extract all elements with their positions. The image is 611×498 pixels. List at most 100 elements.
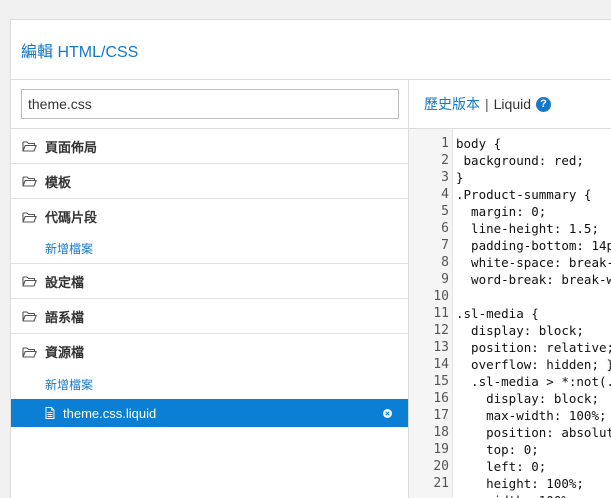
- panel-header: 編輯 HTML/CSS: [11, 20, 611, 80]
- line-number: 14: [433, 357, 449, 372]
- folder-snippets[interactable]: 代碼片段: [11, 199, 408, 234]
- code-line[interactable]: 8 white-space: break-spaces;: [409, 254, 611, 271]
- folder-label: 頁面佈局: [45, 139, 98, 155]
- line-number: 8: [441, 255, 449, 270]
- code-text: width: 100%;: [456, 492, 576, 498]
- folder-layout[interactable]: 頁面佈局: [11, 129, 408, 164]
- close-icon[interactable]: [383, 408, 392, 418]
- editor-panel: 編輯 HTML/CSS 頁面佈局 模板 代碼片段 新增檔案 設定檔 語系檔: [10, 19, 611, 498]
- editor-toolbar: 歷史版本 | Liquid ?: [409, 80, 611, 129]
- line-number: 2: [441, 153, 449, 168]
- code-line[interactable]: width: 100%;: [409, 492, 611, 498]
- code-text: overflow: hidden; }: [456, 357, 611, 372]
- line-number: 5: [441, 204, 449, 219]
- line-number: 3: [441, 170, 449, 185]
- code-line[interactable]: 6 line-height: 1.5;: [409, 220, 611, 237]
- line-number: 16: [433, 391, 449, 406]
- code-line[interactable]: 21 height: 100%;: [409, 475, 611, 492]
- line-number: 15: [433, 374, 449, 389]
- snippets-add-file: 新增檔案: [11, 234, 408, 264]
- code-text: word-break: break-word;: [471, 272, 611, 287]
- code-line[interactable]: 11 .sl-media {: [409, 305, 611, 322]
- code-text: .sl-media {: [456, 306, 539, 321]
- code-line[interactable]: 1 body {: [409, 135, 611, 152]
- folder-label: 語系檔: [45, 309, 85, 325]
- line-number: 6: [441, 221, 449, 236]
- add-file-link[interactable]: 新增檔案: [45, 376, 93, 393]
- line-number: 11: [433, 306, 449, 321]
- line-number: 1: [441, 136, 449, 151]
- search-wrapper: [11, 80, 408, 129]
- line-number: 20: [433, 459, 449, 474]
- folder-open-icon: [22, 176, 37, 187]
- code-text: }: [456, 170, 464, 185]
- folder-label: 模板: [45, 174, 72, 190]
- line-number: 17: [433, 408, 449, 423]
- line-number: 4: [441, 187, 449, 202]
- folder-open-icon: [22, 276, 37, 287]
- folder-label: 資源檔: [45, 345, 85, 360]
- help-icon[interactable]: ?: [536, 96, 552, 112]
- code-text: white-space: break-spaces;: [471, 255, 611, 270]
- folder-assets[interactable]: 資源檔: [11, 334, 408, 369]
- code-text: max-width: 100%;: [456, 408, 607, 423]
- folder-open-icon: [22, 311, 37, 322]
- code-line[interactable]: 14 overflow: hidden; }: [409, 356, 611, 373]
- file-label: theme.css.liquid: [63, 405, 157, 421]
- code-text: padding-bottom: 14px;: [471, 238, 611, 253]
- folder-open-icon: [22, 346, 37, 358]
- code-line[interactable]: 15 .sl-media > *:not(.b: [409, 373, 611, 390]
- code-text: line-height: 1.5;: [456, 221, 599, 236]
- history-link[interactable]: 歷史版本: [424, 94, 480, 114]
- code-line[interactable]: 7 padding-bottom: 14px;: [409, 237, 611, 254]
- code-text: margin: 0;: [456, 204, 547, 219]
- code-text: background: red;: [456, 153, 584, 168]
- folder-locales[interactable]: 語系檔: [11, 299, 408, 334]
- code-text: top: 0;: [456, 442, 539, 457]
- file-sidebar: 頁面佈局 模板 代碼片段 新增檔案 設定檔 語系檔 資源檔 新增檔案: [11, 80, 409, 498]
- code-text: position: relative;: [456, 340, 611, 355]
- code-line[interactable]: 2 background: red;: [409, 152, 611, 169]
- code-text: .Product-summary {: [456, 187, 592, 202]
- code-line[interactable]: 20 left: 0;: [409, 458, 611, 475]
- line-number: 19: [433, 442, 449, 457]
- line-number: 18: [433, 425, 449, 440]
- file-item-selected[interactable]: theme.css.liquid: [11, 399, 408, 427]
- code-text: display: block;: [456, 391, 599, 406]
- folder-open-icon: [22, 141, 37, 152]
- line-number: 21: [433, 476, 449, 491]
- code-line[interactable]: 3}: [409, 169, 611, 186]
- code-line[interactable]: 18 position: absolute;: [409, 424, 611, 441]
- line-number: 10: [433, 289, 449, 304]
- assets-add-file: 新增檔案: [11, 369, 408, 399]
- file-icon: [45, 407, 55, 419]
- folder-label: 代碼片段: [45, 210, 98, 225]
- code-editor: 歷史版本 | Liquid ? 1 body {2 background: red…: [409, 80, 611, 498]
- folder-label: 設定檔: [45, 274, 85, 290]
- code-line[interactable]: 5 margin: 0;: [409, 203, 611, 220]
- code-line[interactable]: 12 display: block;: [409, 322, 611, 339]
- code-line[interactable]: 4 .Product-summary {: [409, 186, 611, 203]
- line-number: 12: [433, 323, 449, 338]
- code-line[interactable]: 10: [409, 288, 611, 305]
- code-text: display: block;: [456, 323, 584, 338]
- toolbar-separator: |: [485, 96, 489, 112]
- add-file-link[interactable]: 新增檔案: [45, 240, 93, 257]
- code-text: body {: [456, 136, 502, 151]
- code-line[interactable]: 17 max-width: 100%;: [409, 407, 611, 424]
- folder-open-icon: [22, 211, 37, 223]
- line-number: 9: [441, 272, 449, 287]
- code-line[interactable]: 13 position: relative;: [409, 339, 611, 356]
- code-text: height: 100%;: [456, 476, 584, 491]
- line-number: 7: [441, 238, 449, 253]
- liquid-label: Liquid: [493, 96, 532, 112]
- folder-config[interactable]: 設定檔: [11, 264, 408, 299]
- code-line[interactable]: 19 top: 0;: [409, 441, 611, 458]
- folder-templates[interactable]: 模板: [11, 164, 408, 199]
- file-search-input[interactable]: [21, 89, 399, 119]
- code-line[interactable]: 16 display: block;: [409, 390, 611, 407]
- code-line[interactable]: 9 word-break: break-word;: [409, 271, 611, 288]
- code-text: left: 0;: [456, 459, 547, 474]
- line-number: 13: [433, 340, 449, 355]
- code-area[interactable]: 1 body {2 background: red; 3} 4 .Product-sum…: [409, 129, 611, 498]
